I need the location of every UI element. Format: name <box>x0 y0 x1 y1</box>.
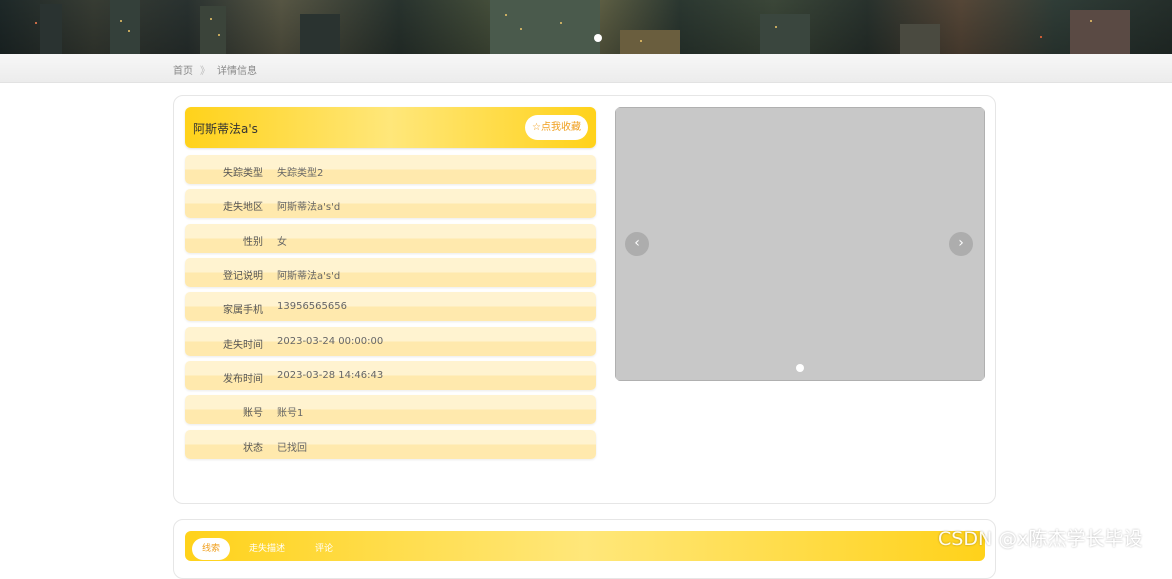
detail-row: 家属手机 13956565656 <box>185 292 596 321</box>
detail-row: 失踪类型 失踪类型2 <box>185 155 596 184</box>
field-value: 2023-03-24 00:00:00 <box>277 336 384 347</box>
breadcrumb: 首页》详情信息 <box>173 62 257 77</box>
breadcrumb-separator: 》 <box>200 66 210 77</box>
photo-carousel[interactable]: ‹ › <box>615 107 985 381</box>
banner-indicator-dot[interactable] <box>594 34 602 42</box>
tab-bar: 线索 走失描述 评论 <box>185 531 985 561</box>
watermark-text: CSDN @x陈杰学长毕设 <box>938 528 1143 550</box>
field-label: 登记说明 <box>223 271 263 282</box>
field-label: 账号 <box>243 408 263 419</box>
field-value: 13956565656 <box>277 301 347 312</box>
carousel-prev-button[interactable]: ‹ <box>625 232 649 256</box>
detail-title-bar: 阿斯蒂法a's ☆点我收藏 <box>185 107 596 148</box>
top-banner <box>0 0 1172 54</box>
detail-row: 性别 女 <box>185 224 596 253</box>
field-value: 女 <box>277 237 287 248</box>
carousel-indicator-dot[interactable] <box>796 364 804 372</box>
field-label: 走失时间 <box>223 340 263 351</box>
detail-row: 登记说明 阿斯蒂法a's'd <box>185 258 596 287</box>
breadcrumb-current: 详情信息 <box>217 66 257 77</box>
detail-row: 走失时间 2023-03-24 00:00:00 <box>185 327 596 356</box>
field-label: 走失地区 <box>223 202 263 213</box>
favorite-button[interactable]: ☆点我收藏 <box>525 115 588 140</box>
field-value: 2023-03-28 14:46:43 <box>277 370 384 381</box>
field-value: 账号1 <box>277 408 304 419</box>
field-label: 性别 <box>243 237 263 248</box>
field-value: 阿斯蒂法a's'd <box>277 202 341 213</box>
field-value: 已找回 <box>277 443 307 454</box>
field-label: 失踪类型 <box>223 168 263 179</box>
detail-row: 发布时间 2023-03-28 14:46:43 <box>185 361 596 390</box>
detail-row: 账号 账号1 <box>185 395 596 424</box>
detail-title: 阿斯蒂法a's <box>193 122 258 136</box>
field-label: 状态 <box>243 443 263 454</box>
carousel-next-button[interactable]: › <box>949 232 973 256</box>
detail-row: 状态 已找回 <box>185 430 596 459</box>
field-label: 发布时间 <box>223 374 263 385</box>
breadcrumb-bar: 首页》详情信息 <box>0 54 1172 83</box>
person-photo <box>615 107 985 381</box>
tab-clues[interactable]: 线索 <box>192 538 231 560</box>
field-value: 阿斯蒂法a's'd <box>277 271 341 282</box>
field-value: 失踪类型2 <box>277 168 324 179</box>
tab-description[interactable]: 走失描述 <box>239 538 295 560</box>
tab-comments[interactable]: 评论 <box>305 538 343 560</box>
field-label: 家属手机 <box>223 305 263 316</box>
detail-row: 走失地区 阿斯蒂法a's'd <box>185 189 596 218</box>
breadcrumb-home-link[interactable]: 首页 <box>173 62 193 77</box>
